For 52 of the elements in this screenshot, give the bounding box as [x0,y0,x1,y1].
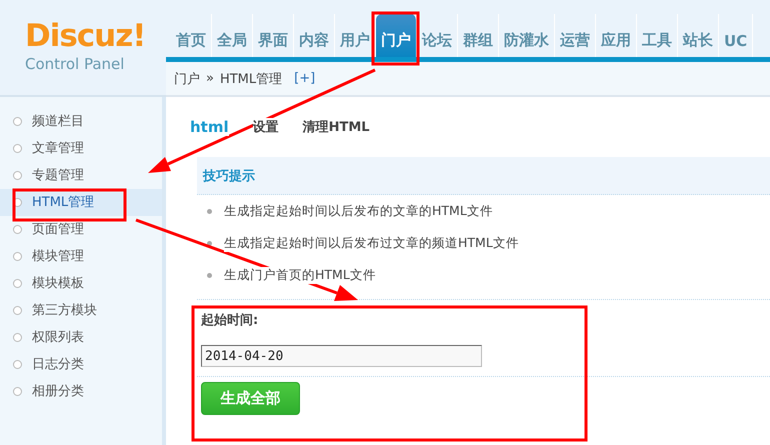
breadcrumb-current: HTML管理 [220,70,282,88]
content-tab[interactable]: 清理HTML [302,118,370,136]
logo-title: Discuz! [25,20,146,52]
sidebar-item[interactable]: 文章管理 [0,135,162,162]
sidebar-item-label: 频道栏目 [32,114,84,128]
bullet-icon [207,240,212,246]
tip-text: 生成门户首页的HTML文件 [224,266,376,284]
sidebar-item[interactable]: 相册分类 [0,378,162,405]
sidebar-item[interactable]: 模块管理 [0,243,162,270]
sidebar-item-label: 日志分类 [32,358,84,372]
bullet-icon [13,360,22,369]
bullet-icon [207,208,212,214]
sidebar-item-label: HTML管理 [32,196,94,210]
sidebar-item[interactable]: 页面管理 [0,216,162,243]
bullet-icon [13,117,22,126]
sidebar-item-label: 模块管理 [32,250,84,264]
expand-link[interactable]: [+] [294,71,316,86]
bullet-icon [13,333,22,342]
sidebar-item-label: 文章管理 [32,142,84,156]
annotation-box [372,12,420,66]
date-field[interactable]: 2014-04-20 [201,345,482,367]
sidebar-item-label: 专题管理 [32,168,84,182]
sidebar-item-label: 相册分类 [32,384,84,398]
bullet-icon [13,171,22,180]
sidebar-item-label: 页面管理 [32,222,84,236]
sidebar-item[interactable]: 模块模板 [0,270,162,297]
sidebar-item[interactable]: 第三方模块 [0,297,162,324]
field-label: 起始时间: [201,312,260,329]
breadcrumb-link[interactable]: 门户 [174,70,200,88]
bullet-icon [13,279,22,288]
sidebar-item-label: 第三方模块 [32,304,97,318]
bullet-icon [13,252,22,261]
tip-text: 生成指定起始时间以后发布过文章的频道HTML文件 [224,234,519,252]
sidebar-item[interactable]: 权限列表 [0,324,162,351]
sidebar-item-label: 模块模板 [32,276,84,290]
content-tab[interactable]: 设置 [252,118,279,136]
breadcrumb-separator: » [206,71,214,86]
bullet-icon [207,272,212,278]
sidebar-item[interactable]: 频道栏目 [0,108,162,135]
content-tab[interactable]: html [190,118,229,136]
tips-title: 技巧提示 [197,157,770,195]
bullet-icon [13,306,22,315]
logo-subtitle: Control Panel [25,55,126,73]
generate-button[interactable]: 生成全部 [201,382,300,415]
bullet-icon [13,144,22,153]
tip-text: 生成指定起始时间以后发布的文章的HTML文件 [224,202,493,220]
sidebar-item[interactable]: 日志分类 [0,351,162,378]
bullet-icon [13,225,22,234]
sidebar-item-label: 权限列表 [32,330,84,344]
nav-tab[interactable]: 门户 [376,14,417,57]
bullet-icon [13,387,22,396]
sidebar-item[interactable]: 专题管理 [0,162,162,189]
